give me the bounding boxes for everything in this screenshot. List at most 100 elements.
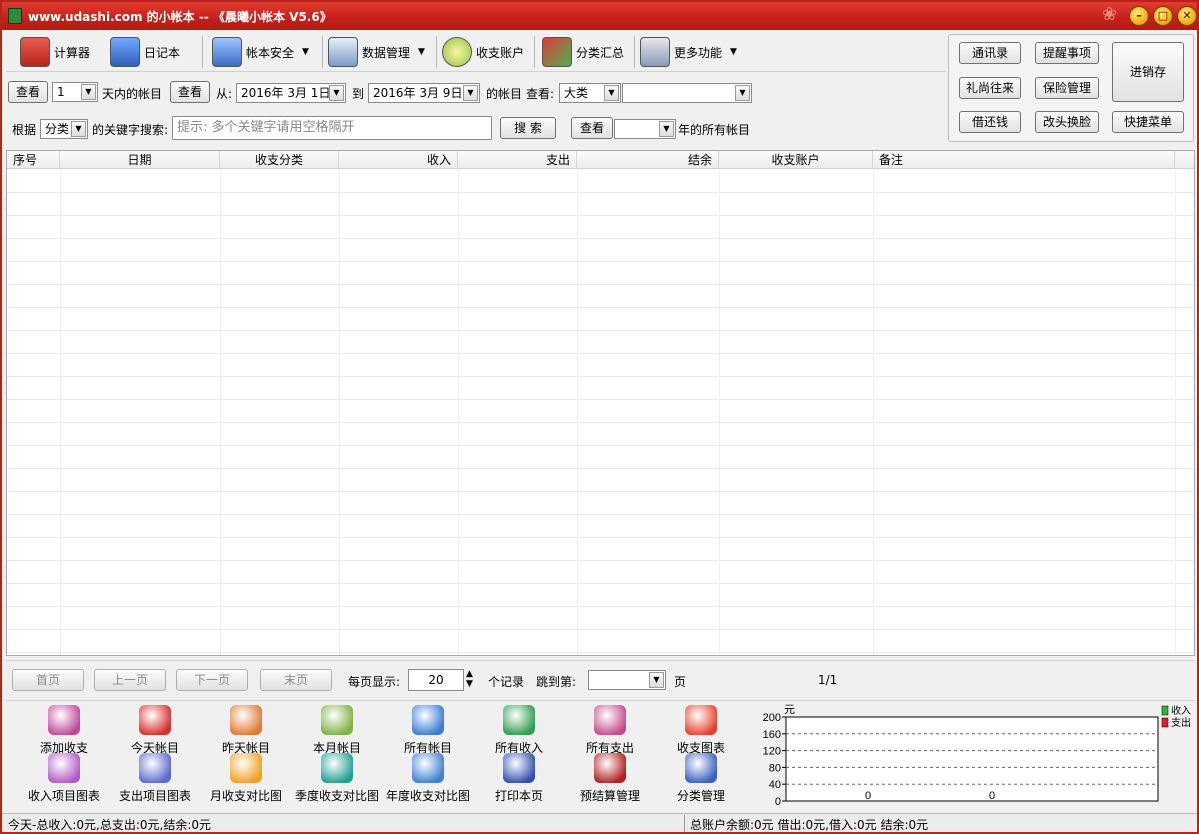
- column-divider: [458, 170, 459, 655]
- calculator-button[interactable]: 计算器: [20, 34, 90, 70]
- function-button-2[interactable]: 昨天帐目: [198, 703, 294, 755]
- category-summary-button[interactable]: 分类汇总: [542, 34, 624, 70]
- function-button-8[interactable]: 收入项目图表: [16, 751, 112, 803]
- more-functions-menu[interactable]: 更多功能 ▼: [640, 34, 737, 70]
- from-date-picker[interactable]: 2016年 3月 1日 ▼: [236, 83, 346, 103]
- function-button-label: 季度收支对比图: [294, 789, 379, 803]
- from-date-value: 2016年 3月 1日: [241, 86, 331, 100]
- view-days-button[interactable]: 查看: [8, 81, 48, 103]
- first-page-button[interactable]: 首页: [12, 669, 84, 691]
- loans-button[interactable]: 借还钱: [959, 111, 1021, 133]
- to-date-picker[interactable]: 2016年 3月 9日 ▼: [368, 83, 480, 103]
- header-notes[interactable]: 备注: [873, 151, 1175, 169]
- inventory-button[interactable]: 进销存: [1112, 42, 1184, 102]
- function-button-9[interactable]: 支出项目图表: [107, 751, 203, 803]
- per-page-input[interactable]: 20: [408, 669, 464, 691]
- header-date[interactable]: 日期: [60, 151, 220, 169]
- function-button-10[interactable]: 月收支对比图: [198, 751, 294, 803]
- header-account[interactable]: 收支账户: [719, 151, 873, 169]
- per-page-stepper[interactable]: ▲ ▼: [466, 669, 473, 689]
- chevron-down-icon[interactable]: ▼: [659, 121, 674, 137]
- last-page-button[interactable]: 末页: [260, 669, 332, 691]
- function-button-14[interactable]: 预结算管理: [562, 751, 658, 803]
- function-button-7[interactable]: 收支图表: [653, 703, 749, 755]
- reminders-button[interactable]: 提醒事项: [1035, 42, 1099, 64]
- category-summary-label: 分类汇总: [576, 45, 625, 60]
- cloud-decoration-icon: ❀: [1101, 4, 1117, 25]
- income-chart-icon: [48, 753, 80, 783]
- print-icon: [503, 753, 535, 783]
- yesterday-folder-icon: [230, 705, 262, 735]
- page-suffix-label: 页: [674, 675, 687, 689]
- chart-plot-area: [785, 716, 1159, 802]
- chevron-down-icon[interactable]: ▼: [463, 85, 478, 101]
- header-category[interactable]: 收支分类: [220, 151, 339, 169]
- header-balance[interactable]: 结余: [577, 151, 719, 169]
- function-button-11[interactable]: 季度收支对比图: [289, 751, 385, 803]
- data-management-menu[interactable]: 数据管理 ▼: [328, 34, 425, 70]
- chart-y-tick-label: 120: [763, 746, 781, 758]
- all-income-icon: [503, 705, 535, 735]
- shortcut-menu-button[interactable]: 快捷菜单: [1112, 111, 1184, 133]
- function-button-0[interactable]: 添加收支: [16, 703, 112, 755]
- next-page-button[interactable]: 下一页: [176, 669, 248, 691]
- view-year-button[interactable]: 查看: [571, 117, 613, 139]
- category-value-select[interactable]: ▼: [622, 83, 752, 103]
- more-functions-label: 更多功能: [674, 45, 723, 60]
- jump-page-select[interactable]: ▼: [588, 670, 666, 690]
- function-button-12[interactable]: 年度收支对比图: [380, 751, 476, 803]
- function-button-label: 支出项目图表: [118, 789, 191, 803]
- per-page-label: 每页显示:: [348, 675, 401, 689]
- chart-legend-swatch: [1161, 705, 1169, 716]
- function-button-13[interactable]: 打印本页: [471, 751, 567, 803]
- function-button-label: 分类管理: [676, 789, 725, 803]
- diary-icon: [110, 37, 140, 67]
- minimize-button[interactable]: –: [1129, 6, 1149, 26]
- category-summary-icon: [542, 37, 572, 67]
- chart-legend-swatch: [1161, 717, 1169, 728]
- status-bar: 今天-总收入:0元,总支出:0元,结余:0元 总账户余额:0元 借出:0元,借入…: [2, 813, 1197, 832]
- settlement-icon: [594, 753, 626, 783]
- days-select[interactable]: 1 ▼: [52, 82, 98, 102]
- chevron-down-icon[interactable]: ▼: [604, 85, 619, 101]
- function-button-6[interactable]: 所有支出: [562, 703, 658, 755]
- accounts-button[interactable]: 收支账户: [442, 34, 524, 70]
- chevron-down-icon[interactable]: ▼: [71, 121, 86, 137]
- book-security-menu[interactable]: 帐本安全 ▼: [212, 34, 309, 70]
- prev-page-button[interactable]: 上一页: [94, 669, 166, 691]
- pie-chart-icon: [685, 705, 717, 735]
- search-by-select[interactable]: 分类 ▼: [40, 119, 88, 139]
- function-button-label: 收入项目图表: [27, 789, 100, 803]
- contacts-button[interactable]: 通讯录: [959, 42, 1021, 64]
- view-range-button[interactable]: 查看: [170, 81, 210, 103]
- maximize-button[interactable]: □: [1153, 6, 1173, 26]
- header-expense[interactable]: 支出: [458, 151, 577, 169]
- function-button-5[interactable]: 所有收入: [471, 703, 567, 755]
- monthly-compare-icon: [230, 753, 262, 783]
- category-level-select[interactable]: 大类 ▼: [559, 83, 621, 103]
- header-index[interactable]: 序号: [7, 151, 60, 169]
- makeover-button[interactable]: 改头换脸: [1035, 111, 1099, 133]
- main-toolbar: 计算器 日记本 帐本安全 ▼ 数据管理 ▼ 收支账户 分类汇总 更多功能 ▼: [6, 32, 946, 72]
- chevron-down-icon[interactable]: ▼: [735, 85, 750, 101]
- keyword-search-input[interactable]: 提示: 多个关键字请用空格隔开: [172, 116, 492, 140]
- status-today-summary: 今天-总收入:0元,总支出:0元,结余:0元: [8, 818, 211, 832]
- quick-panel: 通讯录 提醒事项 进销存 礼尚往来 保险管理 借还钱 改头换脸 快捷菜单: [948, 34, 1194, 142]
- close-button[interactable]: ✕: [1177, 6, 1197, 26]
- gifts-button[interactable]: 礼尚往来: [959, 77, 1021, 99]
- chevron-down-icon[interactable]: ▼: [329, 85, 344, 101]
- year-select[interactable]: ▼: [614, 119, 676, 139]
- chevron-down-icon[interactable]: ▼: [649, 672, 664, 688]
- function-button-4[interactable]: 所有帐目: [380, 703, 476, 755]
- toolbar-separator: [202, 36, 203, 68]
- book-security-icon: [212, 37, 242, 67]
- function-button-3[interactable]: 本月帐目: [289, 703, 385, 755]
- function-button-1[interactable]: 今天帐目: [107, 703, 203, 755]
- function-button-15[interactable]: 分类管理: [653, 751, 749, 803]
- insurance-button[interactable]: 保险管理: [1035, 77, 1099, 99]
- accounts-table[interactable]: 序号 日期 收支分类 收入 支出 结余 收支账户 备注: [6, 150, 1195, 656]
- diary-button[interactable]: 日记本: [110, 34, 180, 70]
- header-income[interactable]: 收入: [339, 151, 458, 169]
- search-button[interactable]: 搜 索: [500, 117, 556, 139]
- chevron-down-icon[interactable]: ▼: [81, 84, 96, 100]
